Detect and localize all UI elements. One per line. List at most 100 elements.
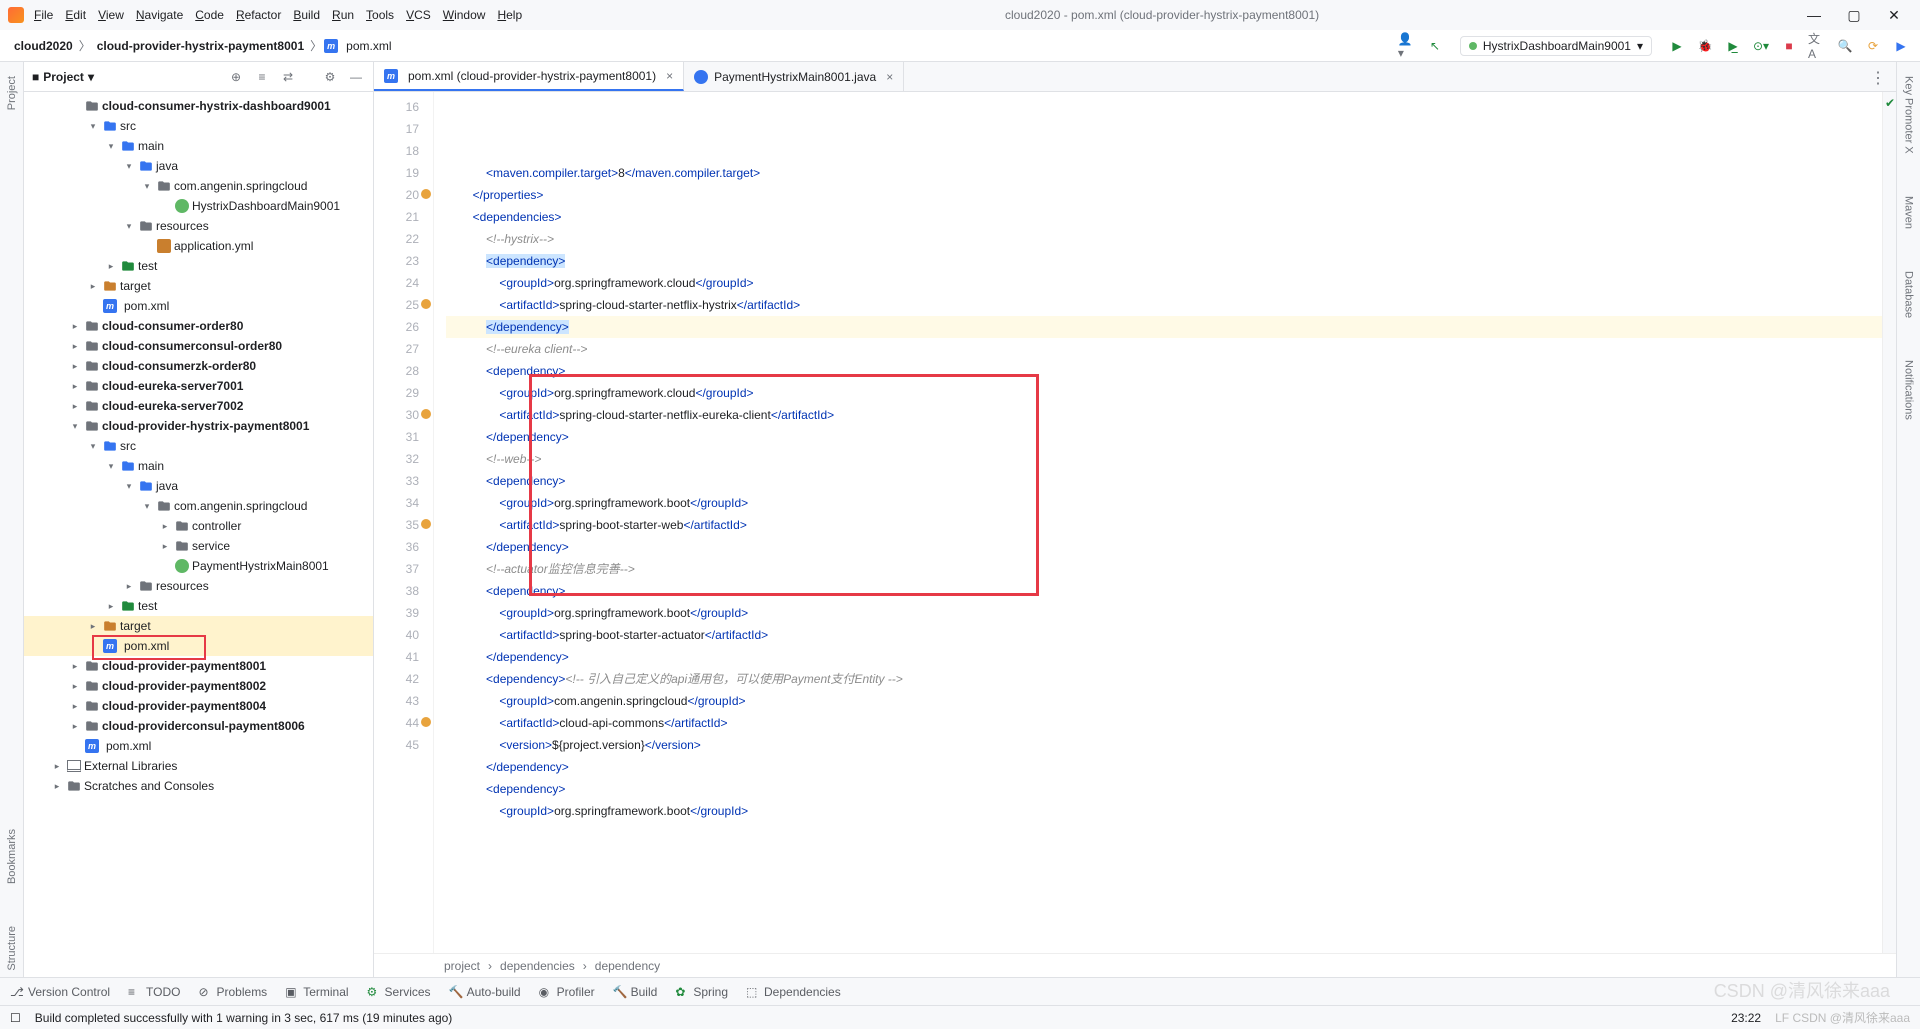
profile-icon[interactable]: ⊙▾	[1752, 37, 1770, 55]
line-number[interactable]: 22	[374, 228, 419, 250]
line-number[interactable]: 21	[374, 206, 419, 228]
tree-row[interactable]: ▸cloud-eureka-server7001	[24, 376, 373, 396]
tree-row[interactable]: ▸cloud-providerconsul-payment8006	[24, 716, 373, 736]
tree-arrow-icon[interactable]: ▸	[68, 361, 82, 372]
gutter-mark-icon[interactable]	[421, 717, 431, 727]
tree-row[interactable]: ▸cloud-consumerzk-order80	[24, 356, 373, 376]
select-opened-icon[interactable]: ⊕	[227, 68, 245, 86]
line-number[interactable]: 25	[374, 294, 419, 316]
tree-row[interactable]: ▸cloud-provider-payment8001	[24, 656, 373, 676]
tree-arrow-icon[interactable]: ▾	[68, 421, 82, 432]
tree-row[interactable]: ▾main	[24, 456, 373, 476]
toolwin-auto-build[interactable]: 🔨Auto-build	[449, 985, 521, 999]
tree-arrow-icon[interactable]: ▾	[140, 501, 154, 512]
line-number[interactable]: 37	[374, 558, 419, 580]
close-tab-icon[interactable]: ×	[662, 69, 673, 83]
line-number[interactable]: 35	[374, 514, 419, 536]
tree-arrow-icon[interactable]: ▸	[158, 541, 172, 552]
code-line[interactable]: <dependency>	[446, 470, 1882, 492]
expand-all-icon[interactable]: ≡	[253, 68, 271, 86]
line-number[interactable]: 30	[374, 404, 419, 426]
search-icon[interactable]: 🔍	[1836, 37, 1854, 55]
tree-row[interactable]: ▸test	[24, 256, 373, 276]
line-number[interactable]: 44	[374, 712, 419, 734]
line-number[interactable]: 31	[374, 426, 419, 448]
menu-navigate[interactable]: Navigate	[130, 6, 189, 24]
line-number[interactable]: 42	[374, 668, 419, 690]
editor-tab[interactable]: mpom.xml (cloud-provider-hystrix-payment…	[374, 62, 684, 91]
translate-icon[interactable]: 文A	[1808, 37, 1826, 55]
toolwin-spring[interactable]: ✿Spring	[675, 985, 728, 999]
line-number[interactable]: 18	[374, 140, 419, 162]
debug-icon[interactable]: 🐞	[1696, 37, 1714, 55]
menu-refactor[interactable]: Refactor	[230, 6, 287, 24]
breadcrumb-item[interactable]: project	[444, 959, 492, 973]
tree-arrow-icon[interactable]: ▾	[122, 481, 136, 492]
menu-build[interactable]: Build	[287, 6, 326, 24]
tool-bookmarks[interactable]: Bookmarks	[6, 823, 18, 890]
code-line[interactable]: <!--hystrix-->	[446, 228, 1882, 250]
code-line[interactable]: <artifactId>spring-boot-starter-actuator…	[446, 624, 1882, 646]
tree-row[interactable]: ▸External Libraries	[24, 756, 373, 776]
code-line[interactable]: </dependency>	[446, 316, 1882, 338]
code-area[interactable]: <maven.compiler.target>8</maven.compiler…	[434, 92, 1882, 953]
code-line[interactable]: <groupId>org.springframework.cloud</grou…	[446, 382, 1882, 404]
project-panel-title[interactable]: ■ Project ▾	[32, 70, 219, 84]
gutter-mark-icon[interactable]	[421, 409, 431, 419]
tree-row[interactable]: ▸target	[24, 276, 373, 296]
tree-arrow-icon[interactable]: ▸	[68, 661, 82, 672]
code-line[interactable]: <dependency>	[446, 778, 1882, 800]
toolwin-problems[interactable]: ⊘Problems	[199, 985, 268, 999]
line-number[interactable]: 19	[374, 162, 419, 184]
line-number[interactable]: 32	[374, 448, 419, 470]
tree-row[interactable]: ▸cloud-provider-payment8002	[24, 676, 373, 696]
line-number[interactable]: 16	[374, 96, 419, 118]
code-line[interactable]: <dependency><!-- 引入自己定义的api通用包，可以使用Payme…	[446, 668, 1882, 690]
close-tab-icon[interactable]: ×	[882, 70, 893, 84]
gutter-mark-icon[interactable]	[421, 189, 431, 199]
breadcrumb-project[interactable]: cloud2020	[10, 37, 77, 55]
code-line[interactable]: <dependency>	[446, 580, 1882, 602]
tree-row[interactable]: ▾resources	[24, 216, 373, 236]
code-line[interactable]: <!--web-->	[446, 448, 1882, 470]
code-line[interactable]: <dependency>	[446, 360, 1882, 382]
code-line[interactable]: <version>${project.version}</version>	[446, 734, 1882, 756]
minimize-button[interactable]: —	[1796, 1, 1832, 29]
line-number[interactable]: 20	[374, 184, 419, 206]
menu-run[interactable]: Run	[326, 6, 360, 24]
line-number[interactable]: 38	[374, 580, 419, 602]
tree-row[interactable]: PaymentHystrixMain8001	[24, 556, 373, 576]
tree-arrow-icon[interactable]: ▾	[140, 181, 154, 192]
stop-icon[interactable]: ■	[1780, 37, 1798, 55]
gutter-mark-icon[interactable]	[421, 299, 431, 309]
editor-tab[interactable]: PaymentHystrixMain8001.java×	[684, 62, 904, 91]
code-line[interactable]: <dependency>	[446, 250, 1882, 272]
toolwin-version-control[interactable]: ⎇Version Control	[10, 985, 110, 999]
tree-row[interactable]: ▾java	[24, 476, 373, 496]
tree-arrow-icon[interactable]: ▸	[68, 701, 82, 712]
tree-arrow-icon[interactable]: ▸	[68, 321, 82, 332]
toolwin-todo[interactable]: ≡TODO	[128, 985, 180, 999]
editor-scrollbar[interactable]: ✔	[1882, 92, 1896, 953]
run-config-selector[interactable]: HystrixDashboardMain9001 ▾	[1460, 36, 1652, 56]
line-number[interactable]: 33	[374, 470, 419, 492]
coverage-icon[interactable]: ▶̲	[1724, 37, 1742, 55]
line-number[interactable]: 24	[374, 272, 419, 294]
tree-arrow-icon[interactable]: ▸	[68, 401, 82, 412]
tool-structure[interactable]: Structure	[6, 920, 18, 977]
code-line[interactable]: <groupId>com.angenin.springcloud</groupI…	[446, 690, 1882, 712]
tree-row[interactable]: ▸Scratches and Consoles	[24, 776, 373, 796]
code-line[interactable]: <artifactId>spring-cloud-starter-netflix…	[446, 294, 1882, 316]
tree-arrow-icon[interactable]: ▾	[86, 121, 100, 132]
tree-row[interactable]: ▾main	[24, 136, 373, 156]
code-line[interactable]: <maven.compiler.target>8</maven.compiler…	[446, 162, 1882, 184]
inspection-ok-icon[interactable]: ✔	[1885, 96, 1895, 110]
tree-row[interactable]: HystrixDashboardMain9001	[24, 196, 373, 216]
menu-vcs[interactable]: VCS	[400, 6, 437, 24]
menu-help[interactable]: Help	[491, 6, 528, 24]
tree-row[interactable]: ▾com.angenin.springcloud	[24, 176, 373, 196]
tree-row[interactable]: ▸target	[24, 616, 373, 636]
tool-project[interactable]: Project	[6, 70, 18, 116]
collapse-all-icon[interactable]: ⇄	[279, 68, 297, 86]
tree-row[interactable]: ▸service	[24, 536, 373, 556]
